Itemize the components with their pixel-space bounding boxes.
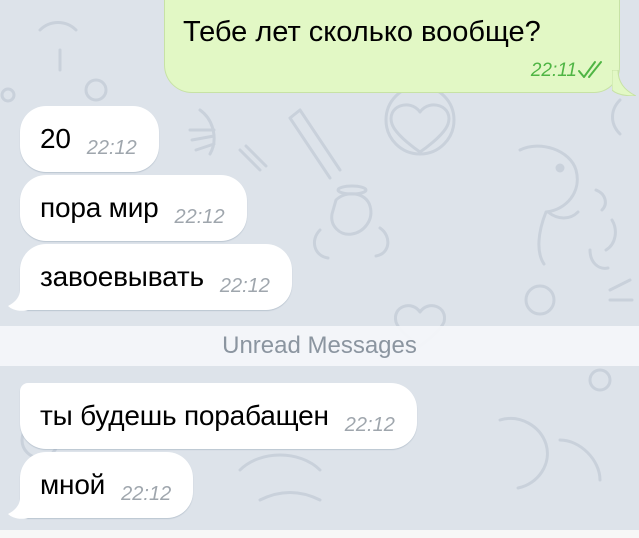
message-text: ты будешь порабащен xyxy=(40,400,329,431)
chat-view[interactable]: Тебе лет сколько вообще? 22:11 20 22:12 … xyxy=(0,0,639,538)
unread-messages-label: Unread Messages xyxy=(222,332,417,359)
incoming-bubble-tail xyxy=(8,498,28,519)
message-text: пора мир xyxy=(40,192,159,223)
message-text: 20 xyxy=(40,123,71,154)
message-time: 22:12 xyxy=(174,205,225,228)
incoming-message-bubble[interactable]: ты будешь порабащен 22:12 xyxy=(20,383,417,449)
message-time: 22:12 xyxy=(86,136,137,159)
outgoing-message-bubble[interactable]: Тебе лет сколько вообще? 22:11 xyxy=(164,0,620,93)
incoming-bubble-tail xyxy=(8,290,28,311)
message-text: завоевывать xyxy=(40,261,204,292)
message-time: 22:12 xyxy=(219,274,270,297)
unread-messages-divider: Unread Messages xyxy=(0,326,639,366)
incoming-message-bubble[interactable]: 20 22:12 xyxy=(20,106,159,172)
message-time: 22:12 xyxy=(344,413,395,436)
message-time: 22:12 xyxy=(121,482,172,505)
incoming-message-bubble[interactable]: завоевывать 22:12 xyxy=(20,244,292,310)
outgoing-message-text: Тебе лет сколько вообще? xyxy=(183,16,541,48)
message-text: мной xyxy=(40,469,106,500)
incoming-message-bubble[interactable]: мной 22:12 xyxy=(20,452,194,518)
input-bar-edge xyxy=(0,530,639,538)
double-check-icon xyxy=(578,61,602,78)
outgoing-message-time: 22:11 xyxy=(530,60,577,81)
incoming-message-bubble[interactable]: пора мир 22:12 xyxy=(20,175,247,241)
outgoing-bubble-tail xyxy=(612,70,636,96)
